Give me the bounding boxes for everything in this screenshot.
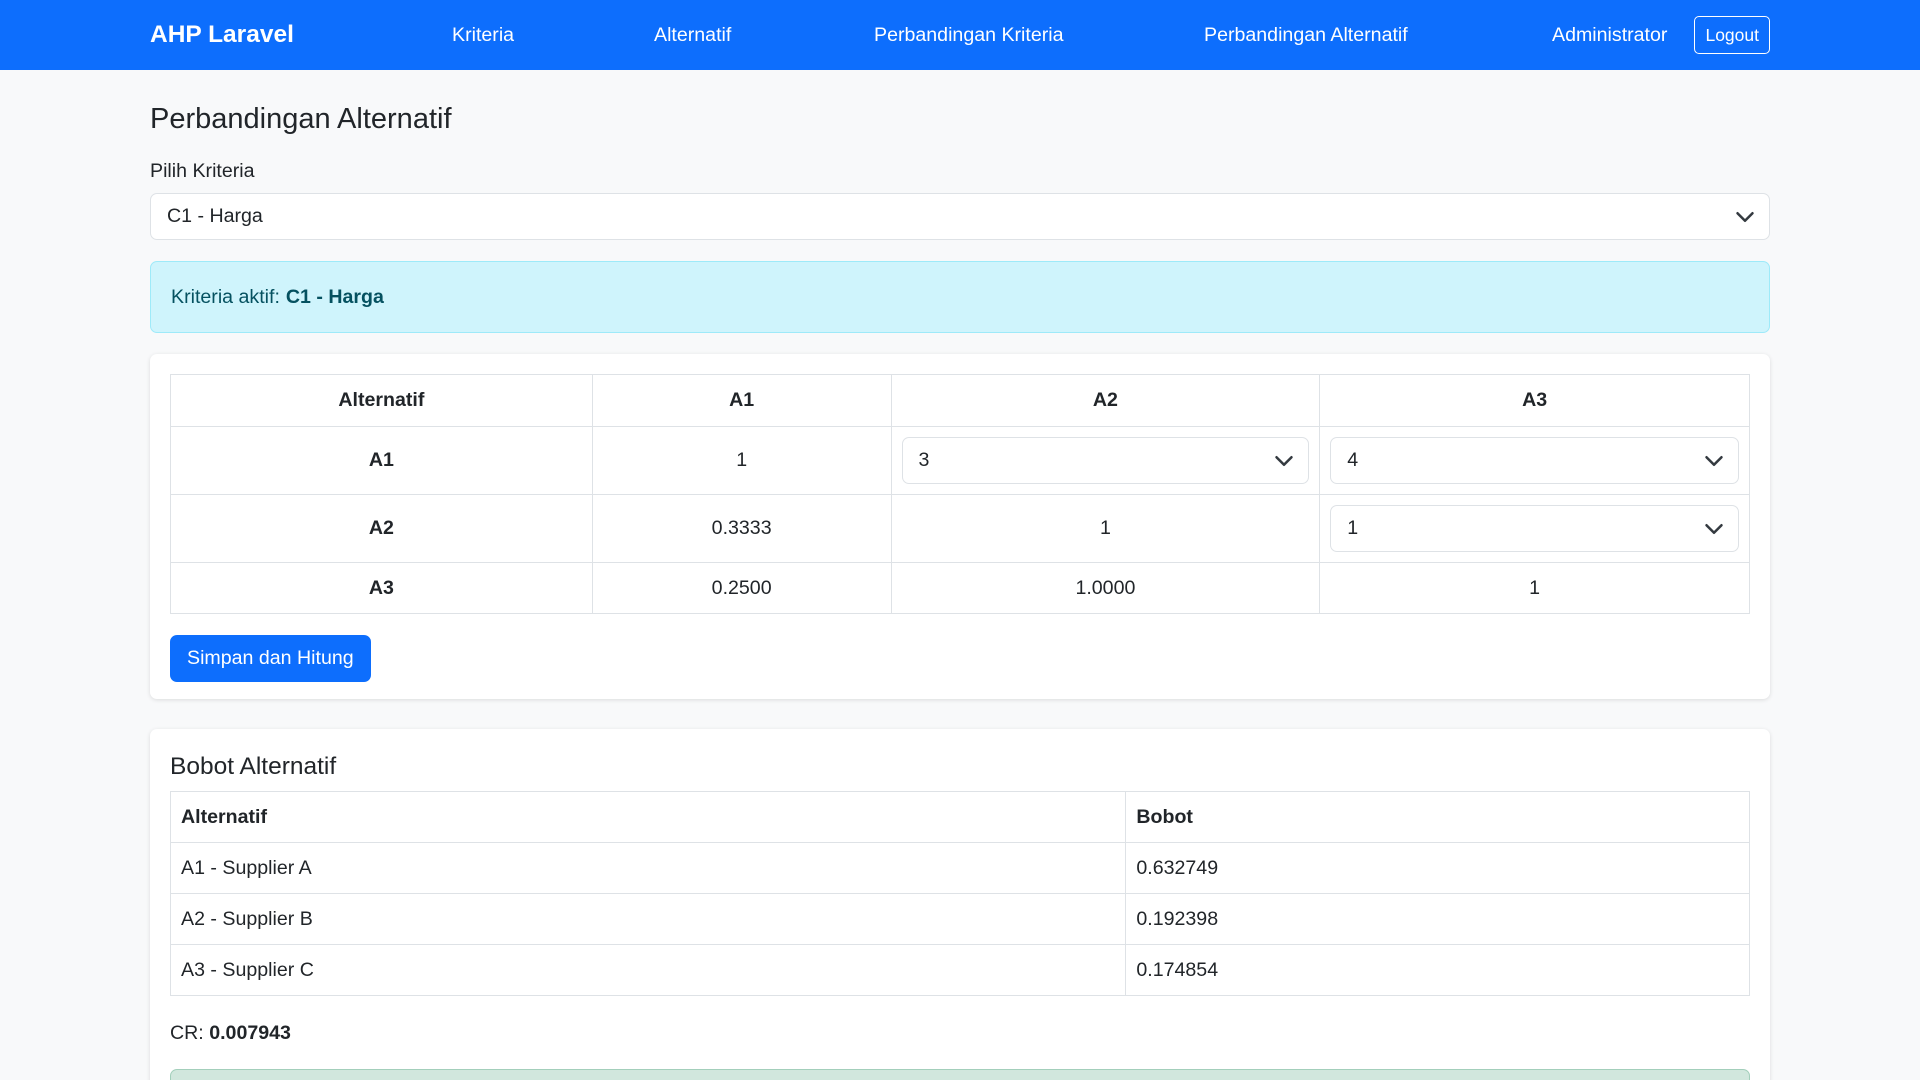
brand-logo[interactable]: AHP Laravel	[150, 21, 294, 49]
matrix-cell: 0.3333	[591, 494, 892, 563]
chevron-down-icon	[1275, 455, 1294, 466]
criteria-select-label: Pilih Kriteria	[150, 160, 255, 182]
weights-card: Bobot Alternatif Alternatif Bobot A1 - S…	[150, 729, 1770, 1080]
comparison-select-a1-a2[interactable]: 3	[901, 437, 1310, 484]
matrix-row-label: A1	[170, 426, 593, 495]
consistency-alert	[170, 1069, 1750, 1080]
matrix-row-label: A3	[170, 562, 593, 614]
chevron-down-icon	[1736, 211, 1754, 222]
weights-header-cell: Alternatif	[169, 791, 1127, 843]
weights-row: A3 - Supplier C 0.174854	[169, 944, 1750, 996]
weights-title: Bobot Alternatif	[170, 753, 337, 780]
active-criteria-alert: Kriteria aktif: C1 - Harga	[150, 261, 1770, 333]
matrix-row: A1 1 3 4	[170, 426, 1750, 495]
matrix-cell: 1	[1319, 562, 1750, 614]
comparison-select-value: 4	[1347, 449, 1359, 471]
matrix-row: A2 0.3333 1 1	[170, 494, 1750, 563]
nav-link-kriteria[interactable]: Kriteria	[452, 0, 514, 70]
weights-row: A1 - Supplier A 0.632749	[169, 842, 1750, 894]
comparison-select-value: 1	[1347, 517, 1359, 539]
main-container: Perbandingan Alternatif Pilih Kriteria C…	[150, 103, 1770, 1080]
weights-value-cell: 0.632749	[1125, 842, 1750, 894]
chevron-down-icon	[1705, 455, 1723, 466]
matrix-header-cell: Alternatif	[170, 374, 593, 427]
weights-alternative-cell: A2 - Supplier B	[169, 893, 1127, 945]
page-title: Perbandingan Alternatif	[150, 103, 452, 135]
weights-table: Alternatif Bobot A1 - Supplier A 0.63274…	[169, 791, 1750, 996]
cr-value: 0.007943	[209, 1022, 291, 1044]
nav-link-perbandingan-kriteria[interactable]: Perbandingan Kriteria	[874, 0, 1064, 70]
comparison-card: Alternatif A1 A2 A3 A1 1 3 4 A2 0.3333 1…	[150, 354, 1770, 699]
matrix-header-cell: A3	[1319, 374, 1750, 427]
matrix-header-row: Alternatif A1 A2 A3	[170, 374, 1750, 427]
comparison-select-a2-a3[interactable]: 1	[1330, 505, 1739, 552]
logout-button[interactable]: Logout	[1694, 16, 1770, 54]
comparison-matrix-table: Alternatif A1 A2 A3 A1 1 3 4 A2 0.3333 1…	[170, 374, 1750, 614]
weights-header-row: Alternatif Bobot	[169, 791, 1750, 843]
weights-value-cell: 0.174854	[1125, 944, 1750, 996]
nav-link-perbandingan-alternatif[interactable]: Perbandingan Alternatif	[1204, 0, 1408, 70]
cr-label: CR:	[170, 1022, 204, 1044]
matrix-cell: 3	[890, 426, 1321, 495]
matrix-cell: 1	[591, 426, 892, 495]
matrix-header-cell: A2	[890, 374, 1321, 427]
active-criteria-prefix: Kriteria aktif:	[171, 285, 280, 308]
active-criteria-value: C1 - Harga	[285, 285, 384, 308]
weights-value-cell: 0.192398	[1125, 893, 1750, 945]
weights-header-cell: Bobot	[1125, 791, 1750, 843]
top-navbar: AHP Laravel Kriteria Alternatif Perbandi…	[0, 0, 1920, 70]
weights-alternative-cell: A3 - Supplier C	[169, 944, 1127, 996]
matrix-header-cell: A1	[591, 374, 892, 427]
criteria-select-value: C1 - Harga	[167, 205, 263, 227]
matrix-row: A3 0.2500 1.0000 1	[170, 562, 1750, 614]
chevron-down-icon	[1705, 523, 1723, 534]
save-and-calculate-button[interactable]: Simpan dan Hitung	[170, 635, 371, 682]
matrix-cell: 1	[890, 494, 1321, 563]
comparison-select-value: 3	[918, 449, 930, 471]
matrix-row-label: A2	[170, 494, 593, 563]
matrix-cell: 4	[1319, 426, 1750, 495]
consistency-ratio: CR: 0.007943	[170, 1022, 1750, 1045]
criteria-select[interactable]: C1 - Harga	[150, 193, 1770, 240]
nav-user-administrator[interactable]: Administrator	[1552, 0, 1667, 70]
matrix-cell: 1	[1319, 494, 1750, 563]
comparison-select-a1-a3[interactable]: 4	[1330, 437, 1739, 484]
matrix-cell: 0.2500	[591, 562, 892, 614]
weights-row: A2 - Supplier B 0.192398	[169, 893, 1750, 945]
weights-alternative-cell: A1 - Supplier A	[169, 842, 1127, 894]
nav-link-alternatif[interactable]: Alternatif	[654, 0, 731, 70]
matrix-cell: 1.0000	[890, 562, 1321, 614]
